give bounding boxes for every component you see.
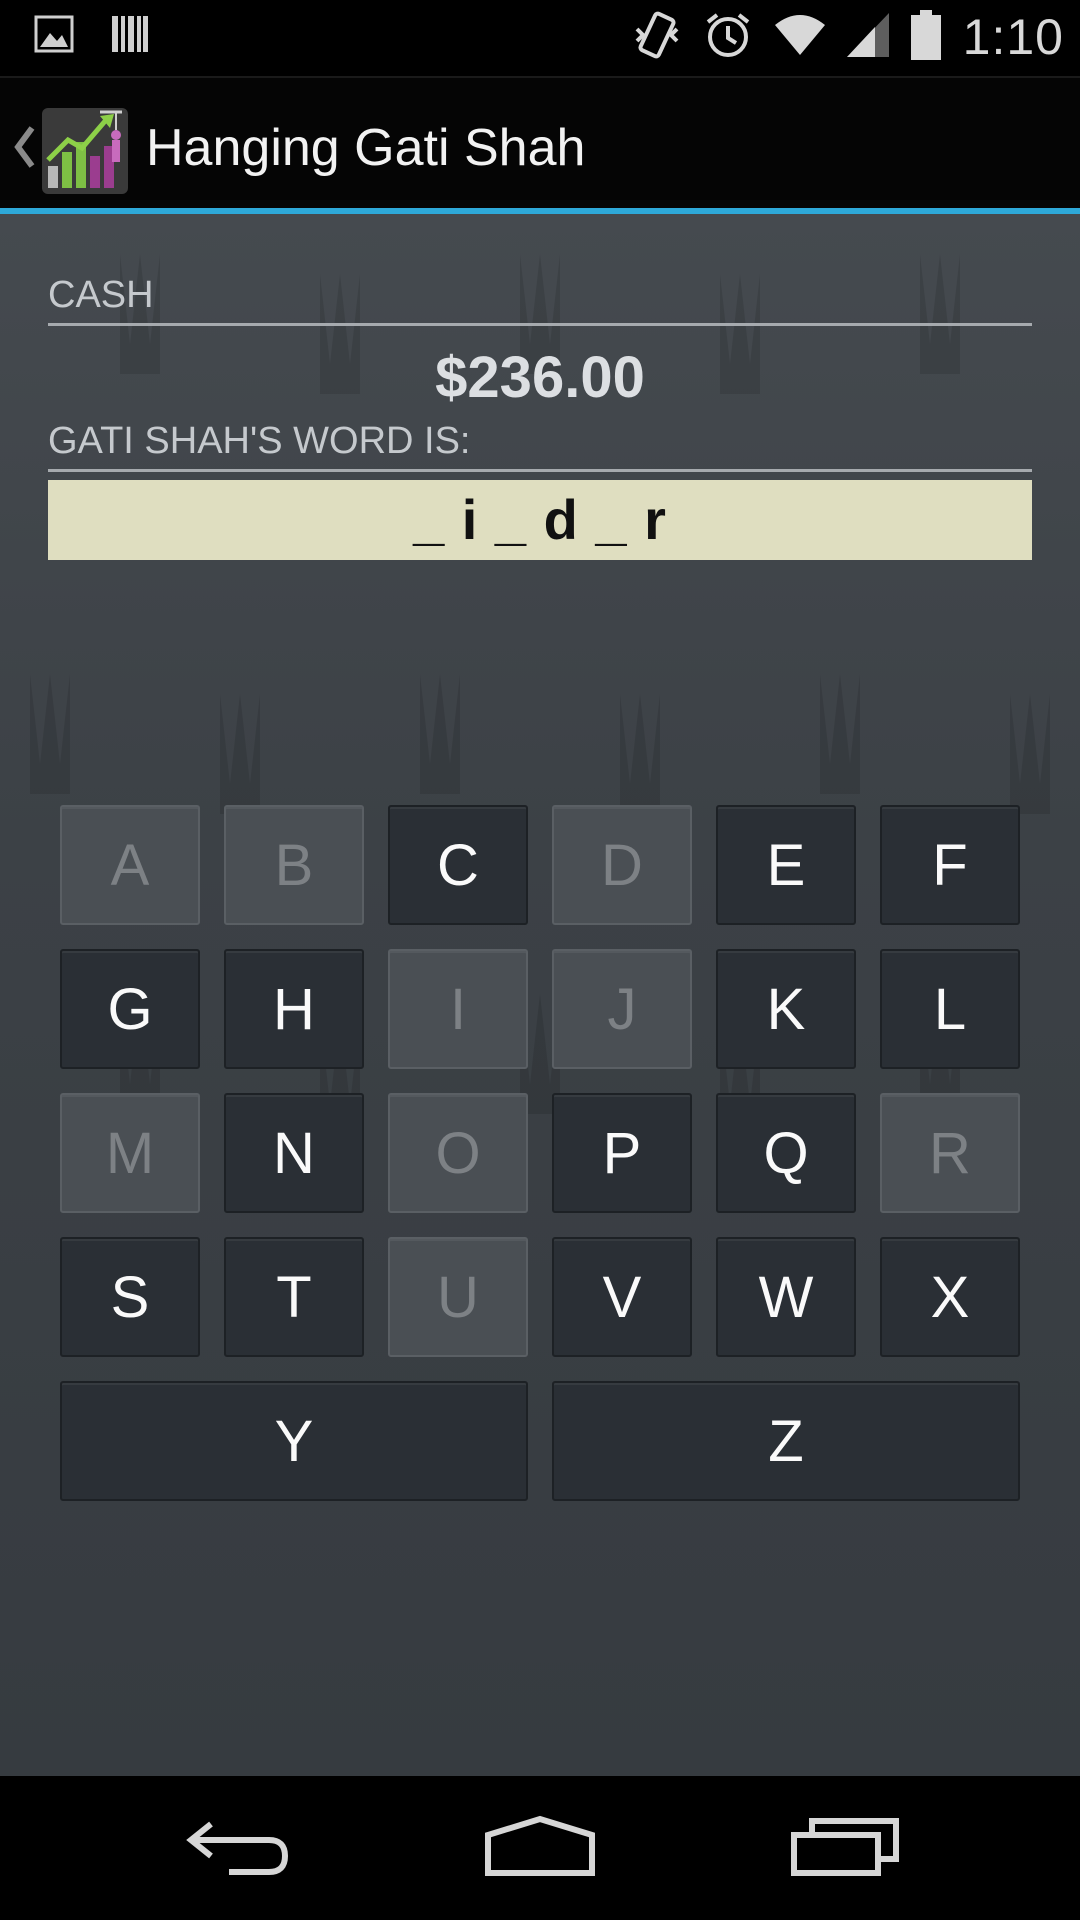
signal-icon bbox=[846, 12, 889, 62]
clock: 1:10 bbox=[962, 9, 1064, 65]
word-label: GATI SHAH'S WORD IS: bbox=[48, 420, 1032, 472]
recents-button[interactable] bbox=[780, 1806, 910, 1890]
key-x[interactable]: X bbox=[880, 1237, 1020, 1357]
key-u[interactable]: U bbox=[388, 1237, 528, 1357]
vibrate-icon bbox=[633, 9, 681, 66]
app-title: Hanging Gati Shah bbox=[146, 119, 586, 177]
key-k[interactable]: K bbox=[716, 949, 856, 1069]
key-o[interactable]: O bbox=[388, 1093, 528, 1213]
battery-icon bbox=[910, 9, 941, 65]
app-logo-icon[interactable] bbox=[42, 108, 128, 194]
wifi-icon bbox=[774, 13, 825, 62]
home-icon bbox=[484, 1815, 596, 1882]
key-g[interactable]: G bbox=[60, 949, 200, 1069]
cash-value: $236.00 bbox=[435, 345, 645, 410]
navigation-bar bbox=[0, 1776, 1080, 1920]
home-button[interactable] bbox=[475, 1806, 605, 1890]
key-n[interactable]: N bbox=[224, 1093, 364, 1213]
key-y[interactable]: Y bbox=[60, 1381, 528, 1501]
key-j[interactable]: J bbox=[552, 949, 692, 1069]
image-icon bbox=[34, 15, 74, 58]
action-bar: Hanging Gati Shah bbox=[0, 76, 1080, 214]
key-m[interactable]: M bbox=[60, 1093, 200, 1213]
back-icon bbox=[185, 1816, 295, 1881]
key-w[interactable]: W bbox=[716, 1237, 856, 1357]
alarm-icon bbox=[703, 10, 753, 65]
key-r[interactable]: R bbox=[880, 1093, 1020, 1213]
key-d[interactable]: D bbox=[552, 805, 692, 925]
key-h[interactable]: H bbox=[224, 949, 364, 1069]
key-i[interactable]: I bbox=[388, 949, 528, 1069]
key-p[interactable]: P bbox=[552, 1093, 692, 1213]
cash-label: CASH bbox=[48, 274, 1032, 326]
key-f[interactable]: F bbox=[880, 805, 1020, 925]
back-button[interactable] bbox=[175, 1806, 305, 1890]
barcode-icon bbox=[110, 14, 150, 59]
recents-icon bbox=[790, 1815, 900, 1882]
key-e[interactable]: E bbox=[716, 805, 856, 925]
key-s[interactable]: S bbox=[60, 1237, 200, 1357]
key-q[interactable]: Q bbox=[716, 1093, 856, 1213]
key-z[interactable]: Z bbox=[552, 1381, 1020, 1501]
key-b[interactable]: B bbox=[224, 805, 364, 925]
key-c[interactable]: C bbox=[388, 805, 528, 925]
up-chevron-icon[interactable] bbox=[10, 124, 38, 175]
key-t[interactable]: T bbox=[224, 1237, 364, 1357]
key-v[interactable]: V bbox=[552, 1237, 692, 1357]
status-bar: 1:10 bbox=[0, 0, 1080, 76]
key-a[interactable]: A bbox=[60, 805, 200, 925]
hidden-word-display: _ i _ d _ r bbox=[48, 480, 1032, 560]
key-l[interactable]: L bbox=[880, 949, 1020, 1069]
